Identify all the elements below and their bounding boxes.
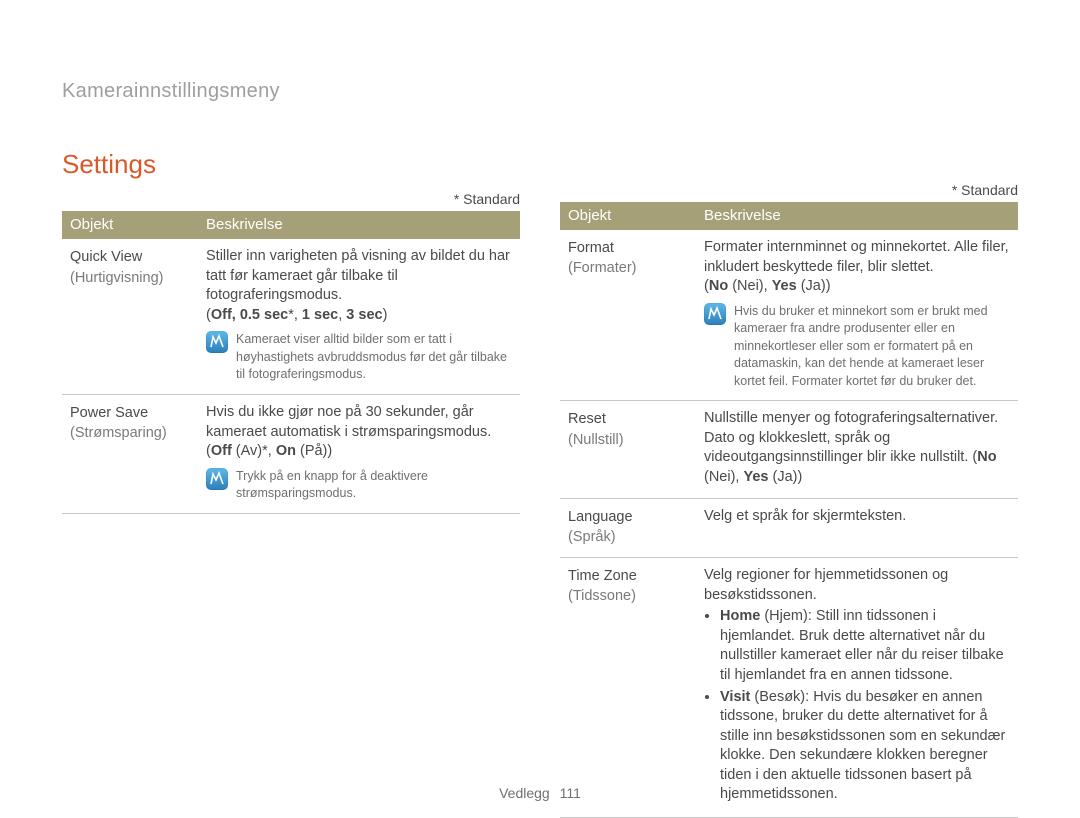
opt-rest: , 0.5 sec*, 1 sec, 3 sec xyxy=(232,307,383,323)
obj-sub: (Språk) xyxy=(568,527,688,547)
obj-main: Time Zone xyxy=(568,566,688,586)
note-text: Kameraet viser alltid bilder som er tatt… xyxy=(236,331,512,384)
desc-text: Nullstille menyer og fotograferingsalter… xyxy=(704,410,998,485)
table-row: Time Zone (Tidssone) Velg regioner for h… xyxy=(560,558,1018,818)
standard-note-right: * Standard xyxy=(560,181,1018,200)
page: Kamerainnstillingsmeny Settings * Standa… xyxy=(0,0,1080,815)
note-icon xyxy=(206,468,228,490)
obj-sub: (Strømsparing) xyxy=(70,423,190,443)
page-number: 111 xyxy=(560,785,581,801)
note-text: Trykk på en knapp for å deaktivere strøm… xyxy=(236,468,512,503)
obj-main: Format xyxy=(568,238,688,258)
note-icon xyxy=(206,331,228,353)
left-column: Settings * Standard Objekt Beskrivelse Q… xyxy=(62,105,520,818)
section-title: Settings xyxy=(62,147,520,182)
th-objekt: Objekt xyxy=(560,202,696,230)
note-text: Hvis du bruker et minnekort som er brukt… xyxy=(734,303,1010,391)
desc-text: Stiller inn varigheten på visning av bil… xyxy=(206,248,510,303)
table-row: Format (Formater) Formater internminnet … xyxy=(560,230,1018,401)
note-box: Trykk på en knapp for å deaktivere strøm… xyxy=(206,468,512,503)
th-beskrivelse: Beskrivelse xyxy=(696,202,1018,230)
right-column: * Standard Objekt Beskrivelse Format (Fo… xyxy=(560,105,1018,818)
obj-main: Reset xyxy=(568,409,688,429)
note-box: Kameraet viser alltid bilder som er tatt… xyxy=(206,331,512,384)
settings-table-left: Objekt Beskrivelse Quick View (Hurtigvis… xyxy=(62,211,520,514)
page-footer: Vedlegg 111 xyxy=(0,784,1080,803)
settings-table-right: Objekt Beskrivelse Format (Formater) For… xyxy=(560,202,1018,818)
table-row: Reset (Nullstill) Nullstille menyer og f… xyxy=(560,401,1018,498)
obj-main: Language xyxy=(568,507,688,527)
note-icon xyxy=(704,303,726,325)
tz-intro: Velg regioner for hjemmetidssonen og bes… xyxy=(704,567,948,603)
obj-sub: (Nullstill) xyxy=(568,432,624,448)
table-row: Language (Språk) Velg et språk for skjer… xyxy=(560,498,1018,558)
list-item: Home (Hjem): Still inn tidssonen i hjeml… xyxy=(720,607,1010,685)
standard-note-left: * Standard xyxy=(62,190,520,209)
tz-list: Home (Hjem): Still inn tidssonen i hjeml… xyxy=(704,607,1010,805)
desc-options: (Off (Av)*, On (På)) xyxy=(206,443,332,459)
obj-sub: (Formater) xyxy=(568,258,688,278)
desc-options: (No (Nei), Yes (Ja)) xyxy=(704,278,831,294)
opt-bold: Off xyxy=(211,307,232,323)
desc-text: Hvis du ikke gjør noe på 30 sekunder, gå… xyxy=(206,404,491,440)
footer-label: Vedlegg xyxy=(499,785,550,801)
desc-text: Formater internminnet og minnekortet. Al… xyxy=(704,239,1009,275)
obj-main: Quick View xyxy=(70,247,190,267)
content-columns: Settings * Standard Objekt Beskrivelse Q… xyxy=(62,105,1018,818)
desc-text: Velg et språk for skjermteksten. xyxy=(704,508,906,524)
th-beskrivelse: Beskrivelse xyxy=(198,211,520,239)
table-row: Power Save (Strømsparing) Hvis du ikke g… xyxy=(62,394,520,513)
th-objekt: Objekt xyxy=(62,211,198,239)
running-head: Kamerainnstillingsmeny xyxy=(62,78,1018,105)
table-row: Quick View (Hurtigvisning) Stiller inn v… xyxy=(62,239,520,394)
note-box: Hvis du bruker et minnekort som er brukt… xyxy=(704,303,1010,391)
obj-sub: (Hurtigvisning) xyxy=(70,268,190,288)
obj-sub: (Tidssone) xyxy=(568,586,688,606)
obj-main: Power Save xyxy=(70,403,190,423)
